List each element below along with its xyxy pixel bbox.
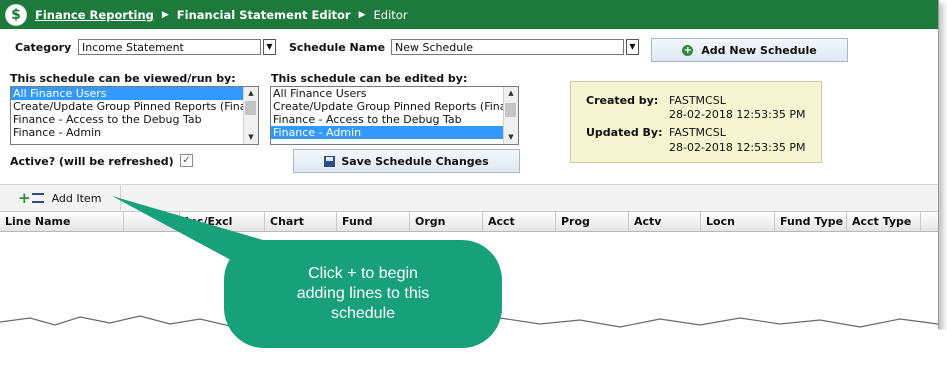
viewed-by-listbox[interactable]: All Finance Users Create/Update Group Pi… <box>10 86 259 145</box>
category-select[interactable]: Income Statement <box>78 39 261 55</box>
breadcrumb-financial-statement-editor[interactable]: Financial Statement Editor <box>177 8 351 22</box>
add-item-label: Add Item <box>51 191 102 205</box>
add-new-schedule-label: Add New Schedule <box>701 43 817 57</box>
column-actv[interactable]: Actv <box>629 212 701 231</box>
scroll-up-icon[interactable]: ▲ <box>504 87 518 100</box>
save-schedule-changes-button[interactable]: Save Schedule Changes <box>293 149 520 173</box>
schedule-name-select[interactable]: New Schedule <box>391 39 624 55</box>
active-label: Active? (will be refreshed) <box>10 155 174 168</box>
schedule-name-dropdown-icon[interactable]: ▼ <box>626 39 639 55</box>
created-by-user: FASTMCSL <box>669 94 726 107</box>
scroll-down-icon[interactable]: ▼ <box>504 131 518 144</box>
schedule-name-label: Schedule Name <box>289 41 386 54</box>
audit-info-box: Created by: FASTMCSL 28-02-2018 12:53:35… <box>570 81 822 163</box>
lines-icon <box>31 193 44 203</box>
column-acct[interactable]: Acct <box>483 212 556 231</box>
viewed-option[interactable]: Create/Update Group Pinned Reports (Fina <box>11 100 258 113</box>
category-dropdown-icon[interactable]: ▼ <box>263 39 276 55</box>
edited-option[interactable]: Finance - Admin <box>271 126 518 139</box>
edited-option[interactable]: All Finance Users <box>271 87 518 100</box>
callout-line-2: adding lines to this <box>296 285 430 302</box>
updated-date: 28-02-2018 12:53:35 PM <box>669 141 806 154</box>
save-disk-icon <box>324 155 336 167</box>
active-checkbox[interactable]: ✓ <box>180 154 193 167</box>
plus-circle-icon: + <box>682 44 694 56</box>
viewed-option[interactable]: Finance - Access to the Debug Tab <box>11 113 258 126</box>
breadcrumb-editor: Editor <box>373 7 408 22</box>
viewed-option[interactable]: All Finance Users <box>11 87 258 100</box>
category-label: Category <box>15 41 72 54</box>
scroll-thumb[interactable] <box>505 103 516 117</box>
edited-option[interactable]: Create/Update Group Pinned Reports (Fina <box>271 100 518 113</box>
callout-line-3: schedule <box>330 305 396 322</box>
scroll-thumb[interactable] <box>245 101 256 115</box>
instruction-callout: Click + to begin adding lines to this sc… <box>224 240 502 348</box>
breadcrumb-finance-reporting[interactable]: Finance Reporting <box>35 8 154 22</box>
column-fund[interactable]: Fund <box>337 212 410 231</box>
viewed-by-scrollbar[interactable]: ▲ ▼ <box>243 87 258 144</box>
updated-by-label: Updated By: <box>586 126 663 139</box>
viewed-option[interactable]: Finance - Admin <box>11 126 258 139</box>
created-by-label: Created by: <box>586 94 659 107</box>
callout-line-1: Click + to begin <box>308 265 418 282</box>
save-schedule-changes-label: Save Schedule Changes <box>341 154 489 168</box>
add-new-schedule-button[interactable]: + Add New Schedule <box>651 38 848 62</box>
chevron-right-icon: ▶ <box>161 9 169 20</box>
edited-by-listbox[interactable]: All Finance Users Create/Update Group Pi… <box>270 86 519 145</box>
edited-by-scrollbar[interactable]: ▲ ▼ <box>503 87 518 144</box>
column-prog[interactable]: Prog <box>556 212 629 231</box>
chevron-right-icon: ▶ <box>358 9 366 20</box>
column-orgn[interactable]: Orgn <box>410 212 483 231</box>
scroll-up-icon[interactable]: ▲ <box>244 87 258 100</box>
updated-by-user: FASTMCSL <box>669 126 726 139</box>
column-acct-type[interactable]: Acct Type <box>847 212 921 231</box>
title-bar: $ Finance Reporting ▶ Financial Statemen… <box>0 0 938 29</box>
viewed-by-label: This schedule can be viewed/run by: <box>10 72 236 85</box>
column-fund-type[interactable]: Fund Type <box>775 212 847 231</box>
column-locn[interactable]: Locn <box>701 212 775 231</box>
edited-option[interactable]: Finance - Access to the Debug Tab <box>271 113 518 126</box>
created-date: 28-02-2018 12:53:35 PM <box>669 108 806 121</box>
dollar-logo-icon: $ <box>5 3 27 26</box>
plus-icon: + <box>18 189 31 207</box>
scroll-down-icon[interactable]: ▼ <box>244 131 258 144</box>
edited-by-label: This schedule can be edited by: <box>271 72 468 85</box>
